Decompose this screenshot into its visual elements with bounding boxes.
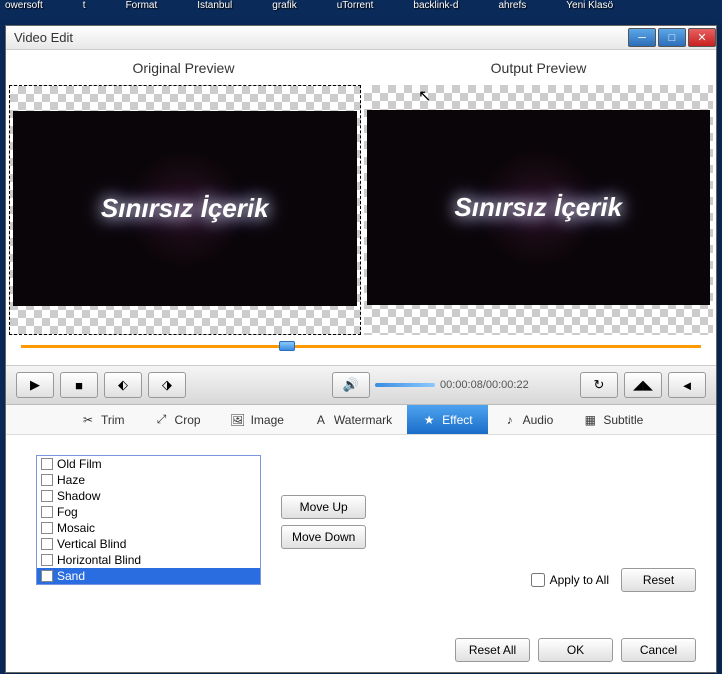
audio-icon: ♪ [503,413,517,427]
move-up-button[interactable]: Move Up [281,495,366,519]
tab-image[interactable]: 🖼Image [216,405,299,434]
playback-controls: ▶ ■ ⬖ ⬗ 🔊 00:00:08/00:00:22 ↻ ◢◣ ◄ [6,365,716,405]
tab-watermark[interactable]: AWatermark [299,405,407,434]
tabbar: ✂Trim⤢Crop🖼ImageAWatermark★Effect♪Audio▦… [6,405,716,435]
watermark-icon: A [314,413,328,427]
checkbox-icon[interactable] [41,538,53,550]
apply-to-all-checkbox[interactable]: Apply to All [531,573,609,587]
volume-slider[interactable] [375,383,435,387]
window-title: Video Edit [14,30,73,45]
original-video-content: Sınırsız İçerik [13,111,357,306]
tab-audio[interactable]: ♪Audio [488,405,569,434]
flip-v-button[interactable]: ◄ [668,372,706,398]
maximize-button[interactable]: □ [658,28,686,47]
checkbox-icon[interactable] [41,570,53,582]
mark-out-button[interactable]: ⬗ [148,372,186,398]
image-icon: 🖼 [231,413,245,427]
video-edit-window: Video Edit ─ □ ✕ Original Preview Output… [5,25,717,673]
crop-icon: ⤢ [155,413,169,427]
trim-icon: ✂ [81,413,95,427]
timeline-track[interactable] [21,345,701,348]
effect-item[interactable]: Shadow [37,488,260,504]
effect-item[interactable]: Mosaic [37,520,260,536]
stop-button[interactable]: ■ [60,372,98,398]
desktop-icons: owersofttFormatİstanbulgrafikuTorrentbac… [0,0,722,25]
effect-item[interactable]: Haze [37,472,260,488]
volume-button[interactable]: 🔊 [332,372,370,398]
checkbox-icon[interactable] [41,506,53,518]
original-preview-label: Original Preview [6,50,361,85]
output-preview-pane[interactable]: Sınırsız İçerik [364,85,714,335]
reset-button[interactable]: Reset [621,568,696,592]
tab-trim[interactable]: ✂Trim [66,405,140,434]
time-display: 00:00:08/00:00:22 [440,379,529,391]
checkbox-icon[interactable] [41,554,53,566]
preview-headers: Original Preview Output Preview [6,50,716,85]
effect-list[interactable]: Old FilmHazeShadowFogMosaicVertical Blin… [36,455,261,585]
effect-item[interactable]: Sand [37,568,260,584]
output-preview-label: Output Preview [361,50,716,85]
checkbox-icon[interactable] [41,490,53,502]
effect-item[interactable]: Vertical Blind [37,536,260,552]
flip-h-button[interactable]: ◢◣ [624,372,662,398]
move-down-button[interactable]: Move Down [281,525,366,549]
timeline-handle[interactable] [279,341,295,351]
effect-icon: ★ [422,413,436,427]
apply-area: Apply to All Reset [531,568,696,592]
mark-in-button[interactable]: ⬖ [104,372,142,398]
play-button[interactable]: ▶ [16,372,54,398]
checkbox-icon[interactable] [41,522,53,534]
effect-item[interactable]: ✓Soften [37,584,260,585]
effect-item[interactable]: Old Film [37,456,260,472]
preview-area: Sınırsız İçerik Sınırsız İçerik [6,85,716,335]
tab-effect[interactable]: ★Effect [407,405,487,434]
checkbox-icon[interactable] [41,458,53,470]
titlebar[interactable]: Video Edit ─ □ ✕ [6,26,716,50]
subtitle-icon: ▦ [583,413,597,427]
tab-crop[interactable]: ⤢Crop [140,405,216,434]
cancel-button[interactable]: Cancel [621,638,696,662]
tab-subtitle[interactable]: ▦Subtitle [568,405,658,434]
close-button[interactable]: ✕ [688,28,716,47]
effect-item[interactable]: Horizontal Blind [37,552,260,568]
original-preview-pane[interactable]: Sınırsız İçerik [9,85,361,335]
minimize-button[interactable]: ─ [628,28,656,47]
bottom-buttons: Reset All OK Cancel [455,638,696,662]
rotate-button[interactable]: ↻ [580,372,618,398]
ok-button[interactable]: OK [538,638,613,662]
output-video-content: Sınırsız İçerik [367,110,711,305]
effect-item[interactable]: Fog [37,504,260,520]
timeline[interactable] [6,335,716,365]
reset-all-button[interactable]: Reset All [455,638,530,662]
checkbox-icon[interactable] [41,474,53,486]
